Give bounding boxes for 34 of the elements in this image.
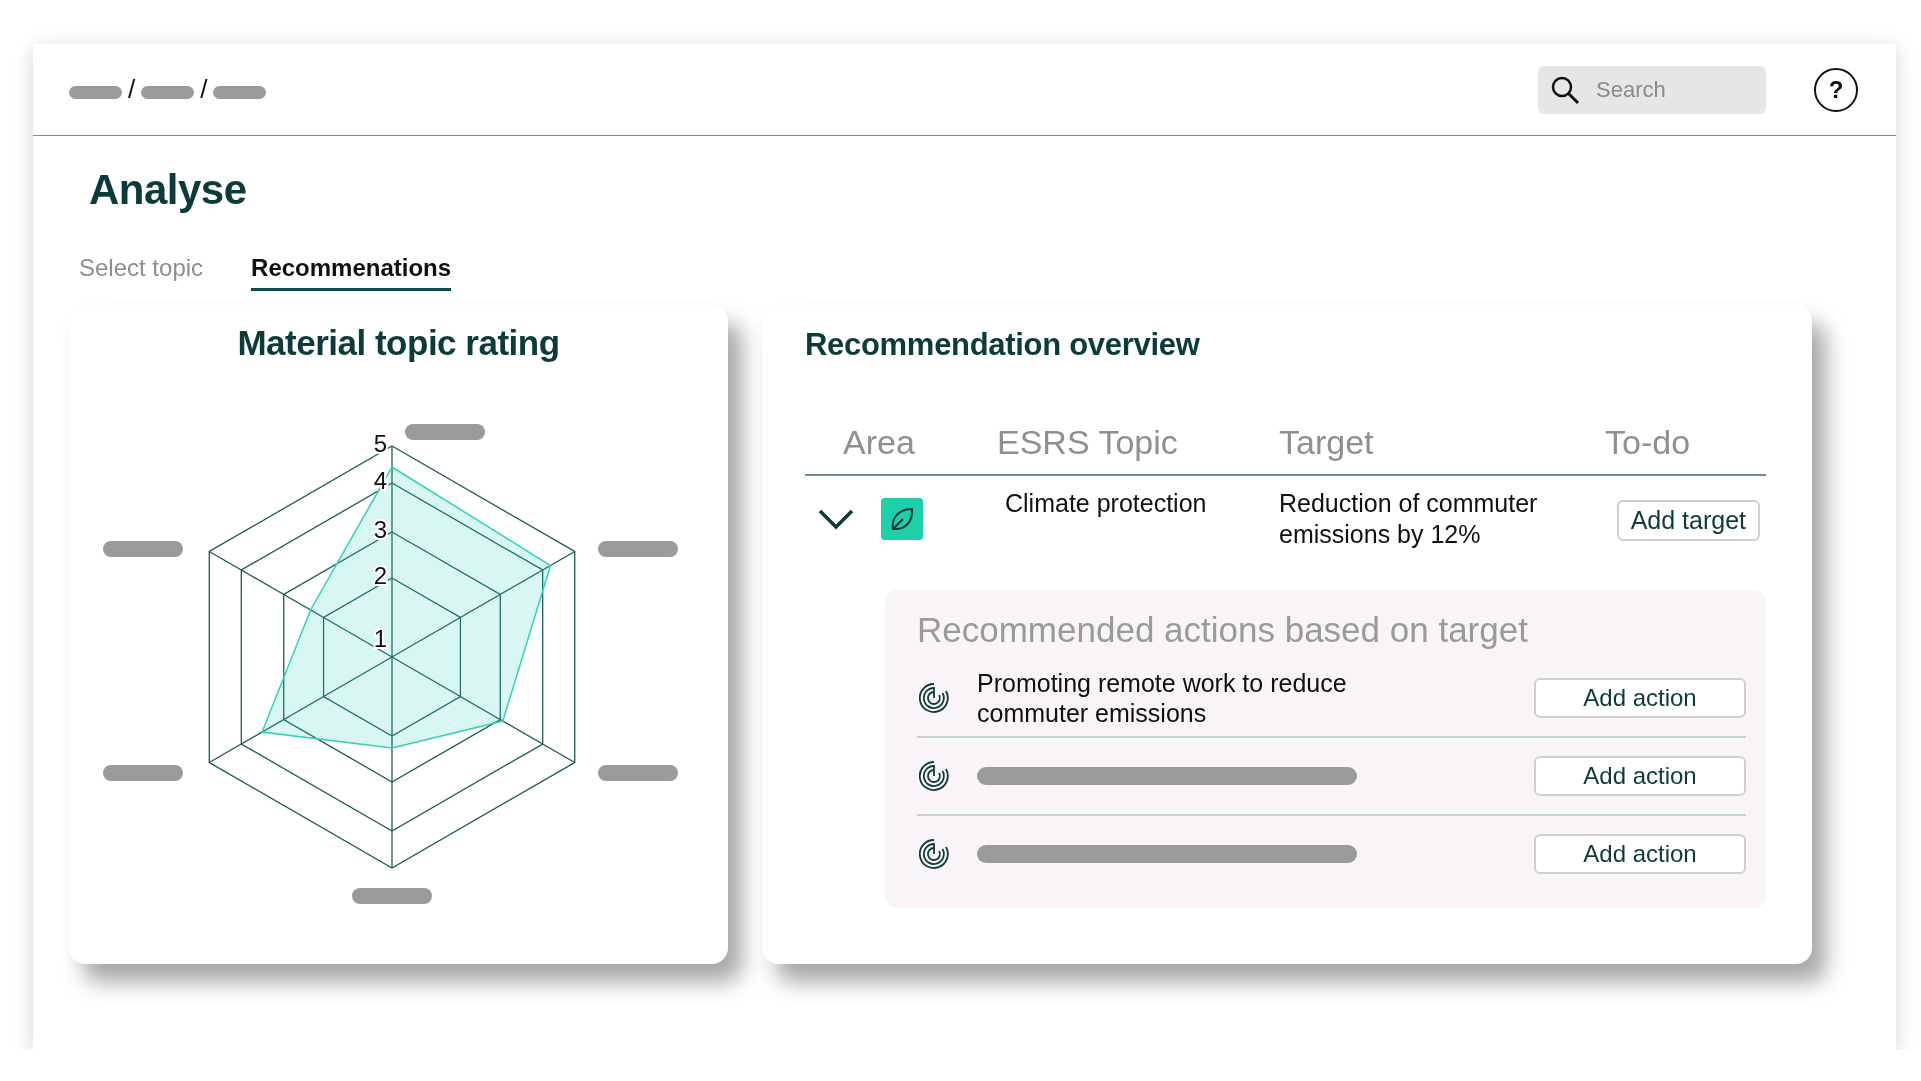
add-action-button[interactable]: Add action xyxy=(1534,756,1746,796)
add-action-button[interactable]: Add action xyxy=(1534,678,1746,718)
action-text: Promoting remote work to reduce commuter emissions xyxy=(977,668,1348,728)
column-header: Target xyxy=(1279,423,1375,462)
card-title: Recommendation overview xyxy=(805,327,1201,363)
scale-label: 3 xyxy=(373,516,387,543)
scale-label: 1 xyxy=(373,625,387,652)
breadcrumb-placeholder[interactable] xyxy=(213,86,267,99)
radar-icon xyxy=(917,681,951,715)
scale-label: 2 xyxy=(373,562,387,589)
add-action-button[interactable]: Add action xyxy=(1534,834,1746,874)
chevron-icon[interactable] xyxy=(817,507,855,531)
column-header: ESRS Topic xyxy=(997,423,1179,462)
column-header: Area xyxy=(842,423,916,462)
breadcrumb-placeholder[interactable] xyxy=(69,86,122,99)
leaf-icon xyxy=(881,498,923,540)
search-field[interactable]: Search xyxy=(1538,65,1766,114)
page-title: Analyse xyxy=(89,166,248,214)
panel-heading: Recommended actions based on target xyxy=(917,610,1529,650)
column-header: To-do xyxy=(1605,423,1692,462)
breadcrumb-placeholder[interactable] xyxy=(141,86,195,99)
target-cell-text: Reduction of commuter emissions by 12% xyxy=(1279,488,1539,550)
breadcrumb-separator: / xyxy=(128,74,136,105)
card-title: Material topic rating xyxy=(236,322,561,363)
search-icon xyxy=(1550,74,1580,105)
add-target-button[interactable]: Add target xyxy=(1616,500,1760,541)
radar-icon xyxy=(917,837,951,871)
search-input[interactable]: Search xyxy=(1594,75,1748,104)
scale-label: 5 xyxy=(373,430,387,457)
help-button[interactable]: ? xyxy=(1814,67,1858,112)
radar-icon xyxy=(917,759,951,793)
tab[interactable]: Recommenations xyxy=(251,254,452,291)
topic-cell-text: Climate protection xyxy=(1004,488,1208,519)
breadcrumb-separator: / xyxy=(200,74,208,105)
